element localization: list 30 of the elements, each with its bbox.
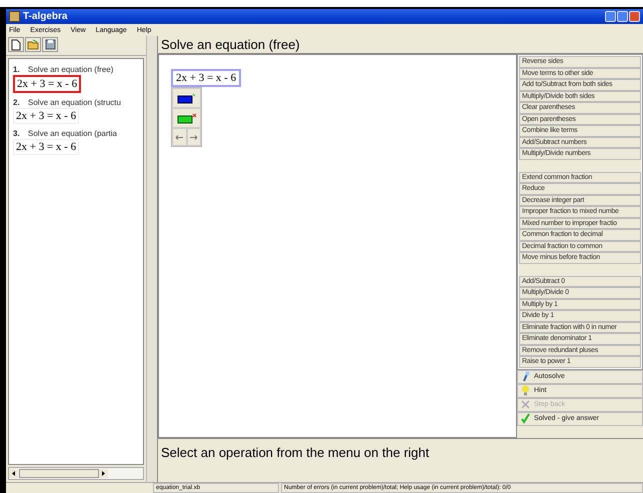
app-logo-icon [9,11,20,22]
equation-card[interactable]: 2x + 3 = x - 6 [13,139,80,155]
maximize-button[interactable] [617,11,628,22]
cross-icon [521,399,530,410]
problem-number: 3. [13,129,19,138]
magic-wand-icon [521,371,530,382]
instruction-message: Select an operation from the menu on the right [158,438,643,482]
rectangle-cross-icon[interactable] [172,108,201,128]
problem-title[interactable]: Solve an equation (partia [28,129,117,138]
problem-number: 2. [13,98,19,107]
new-file-icon[interactable] [8,37,24,52]
lightbulb-icon [521,385,530,396]
equation-card[interactable]: 2x + 3 = x - 6 [13,75,82,93]
problem-title[interactable]: Solve an equation (structu [28,98,121,107]
open-folder-icon[interactable] [25,37,41,52]
minimize-button[interactable] [605,11,616,22]
rectangle-check-icon[interactable] [172,88,201,108]
scroll-thumb[interactable] [19,469,99,478]
horizontal-scrollbar[interactable] [8,467,144,480]
scroll-right-icon[interactable] [99,469,108,478]
close-button[interactable] [629,11,640,22]
problem-title[interactable]: Solve an equation (free) [28,65,114,74]
splitter-handle[interactable] [146,36,158,482]
scroll-left-icon[interactable] [9,469,18,478]
problem-number: 1. [13,65,19,74]
equation-field[interactable]: 2x + 3 = x - 6 [171,69,242,87]
window-title: T-algebra [23,11,68,22]
equation-card[interactable]: 2x + 3 = x - 6 [13,108,80,124]
save-icon[interactable] [42,37,58,52]
check-icon [521,413,530,424]
